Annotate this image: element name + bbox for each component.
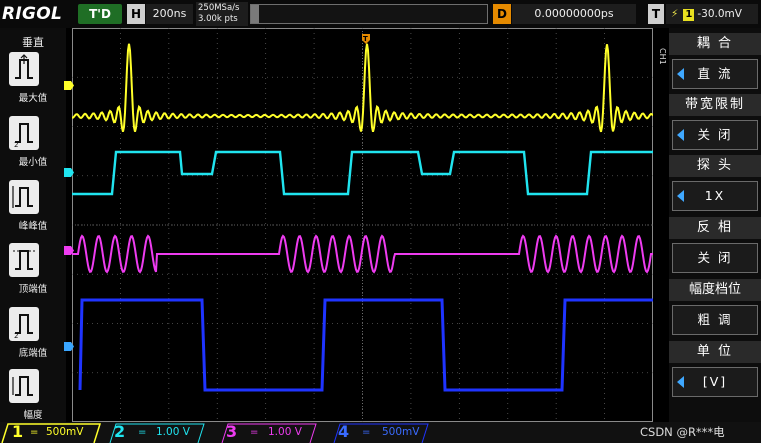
measure-amplitude-icon [12, 376, 33, 396]
invert-button[interactable]: 关 闭 [672, 243, 758, 273]
measure-amplitude-button[interactable] [9, 369, 39, 403]
channel-menu: 耦 合 直 流 带宽限制 关 闭 探 头 1X 反 相 关 闭 幅度档位 粗 调… [669, 28, 761, 423]
delay-badge: D [493, 4, 511, 24]
left-arrow-icon [677, 129, 684, 141]
channel-1-tab[interactable]: 1 = 500mV [0, 422, 100, 443]
measure-menu: 垂直 最大值 2 最小值 峰峰值 顶端值 2 底端值 幅度 [0, 28, 66, 423]
bandwidth-limit-value: 关 闭 [697, 127, 733, 142]
measure-min-icon: 2 [14, 123, 33, 149]
channel-3-coupling: = [250, 427, 259, 438]
measure-base-label: 底端值 [18, 348, 48, 359]
measure-base-button[interactable]: 2 [9, 307, 39, 341]
measure-vpp-button[interactable] [9, 180, 39, 214]
channel-4-number: 4 [338, 422, 350, 441]
channel-3-scale: 1.00 V [268, 426, 302, 438]
acquisition-info: 250MSa/s 3.00k pts [196, 2, 248, 26]
memory-depth: 3.00k pts [198, 14, 238, 24]
sample-rate: 250MSa/s [198, 3, 240, 13]
memory-window-marker[interactable] [251, 5, 259, 23]
right-menu-channel-tag: CH1 [658, 48, 667, 65]
left-arrow-icon [677, 190, 684, 202]
invert-value: 关 闭 [697, 250, 733, 265]
channel-status-bar: 1 = 500mV 2 = 1.00 V 3 = 1.00 V 4 = 500m… [0, 422, 761, 443]
waveform-display[interactable]: T [72, 28, 653, 422]
channel-1-trace [72, 43, 653, 133]
unit-button[interactable]: [V] [672, 367, 758, 397]
channel-2-coupling: = [138, 427, 147, 438]
channel-1-scale: 500mV [46, 426, 84, 438]
unit-value: [V] [702, 374, 728, 389]
measure-max-icon [15, 54, 33, 79]
invert-title: 反 相 [669, 217, 761, 239]
trigger-source: 1 [683, 9, 695, 21]
coupling-value: 直 流 [697, 66, 733, 81]
probe-title: 探 头 [669, 155, 761, 177]
graticule [72, 28, 653, 422]
svg-text:2: 2 [14, 332, 18, 340]
volts-scale-button[interactable]: 粗 调 [672, 305, 758, 335]
measure-menu-title: 垂直 [22, 36, 44, 49]
measure-min-label: 最小值 [18, 157, 48, 168]
channel-2-tab[interactable]: 2 = 1.00 V [110, 422, 210, 443]
measure-base-icon: 2 [14, 314, 33, 340]
channel-4-trace [78, 298, 653, 392]
bandwidth-limit-title: 带宽限制 [669, 94, 761, 116]
bandwidth-limit-button[interactable]: 关 闭 [672, 120, 758, 150]
trigger-position-marker: T [362, 34, 370, 44]
channel-4-tab[interactable]: 4 = 500mV [334, 422, 434, 443]
left-arrow-icon [677, 68, 684, 80]
channel-4-scale: 500mV [382, 426, 420, 438]
memory-overview-bar[interactable] [250, 4, 488, 24]
unit-title: 单 位 [669, 341, 761, 363]
trigger-delay-value[interactable]: 0.00000000ps [512, 4, 636, 24]
channel-1-number: 1 [12, 422, 24, 441]
horizontal-badge: H [127, 4, 145, 24]
channel-2-number: 2 [114, 422, 126, 441]
coupling-button[interactable]: 直 流 [672, 59, 758, 89]
measure-min-button[interactable]: 2 [9, 116, 39, 150]
channel-1-coupling: = [30, 427, 39, 438]
left-arrow-icon [677, 376, 684, 388]
measure-max-label: 最大值 [18, 93, 48, 104]
timebase-value[interactable]: 200ns [146, 4, 193, 24]
volts-scale-title: 幅度档位 [669, 279, 761, 301]
watermark: CSDN @R***电 [640, 425, 725, 439]
channel-4-coupling: = [362, 427, 371, 438]
status-bar: RIGOL T'D H 200ns 250MSa/s 3.00k pts D 0… [0, 0, 761, 28]
channel-3-number: 3 [226, 422, 238, 441]
measure-max-button[interactable] [9, 52, 39, 86]
measure-vpp-icon [12, 186, 33, 208]
coupling-title: 耦 合 [669, 33, 761, 55]
trigger-level: -30.0mV [697, 8, 742, 20]
probe-value: 1X [704, 188, 726, 203]
brand-logo: RIGOL [2, 4, 63, 24]
channel-3-tab[interactable]: 3 = 1.00 V [222, 422, 322, 443]
probe-button[interactable]: 1X [672, 181, 758, 211]
rising-edge-icon: ⚡ [671, 8, 679, 20]
trigger-badge: T [648, 4, 664, 24]
trigger-info[interactable]: ⚡ 1 -30.0mV [666, 4, 758, 24]
svg-text:2: 2 [14, 141, 18, 149]
run-mode-indicator[interactable]: T'D [78, 4, 122, 24]
measure-top-icon [13, 250, 35, 270]
measure-top-button[interactable] [9, 243, 39, 277]
measure-amplitude-label: 幅度 [23, 410, 43, 421]
volts-scale-value: 粗 调 [697, 312, 733, 327]
svg-text:T: T [363, 35, 368, 43]
channel-2-scale: 1.00 V [156, 426, 190, 438]
measure-top-label: 顶端值 [18, 284, 48, 295]
measure-vpp-label: 峰峰值 [18, 221, 48, 232]
